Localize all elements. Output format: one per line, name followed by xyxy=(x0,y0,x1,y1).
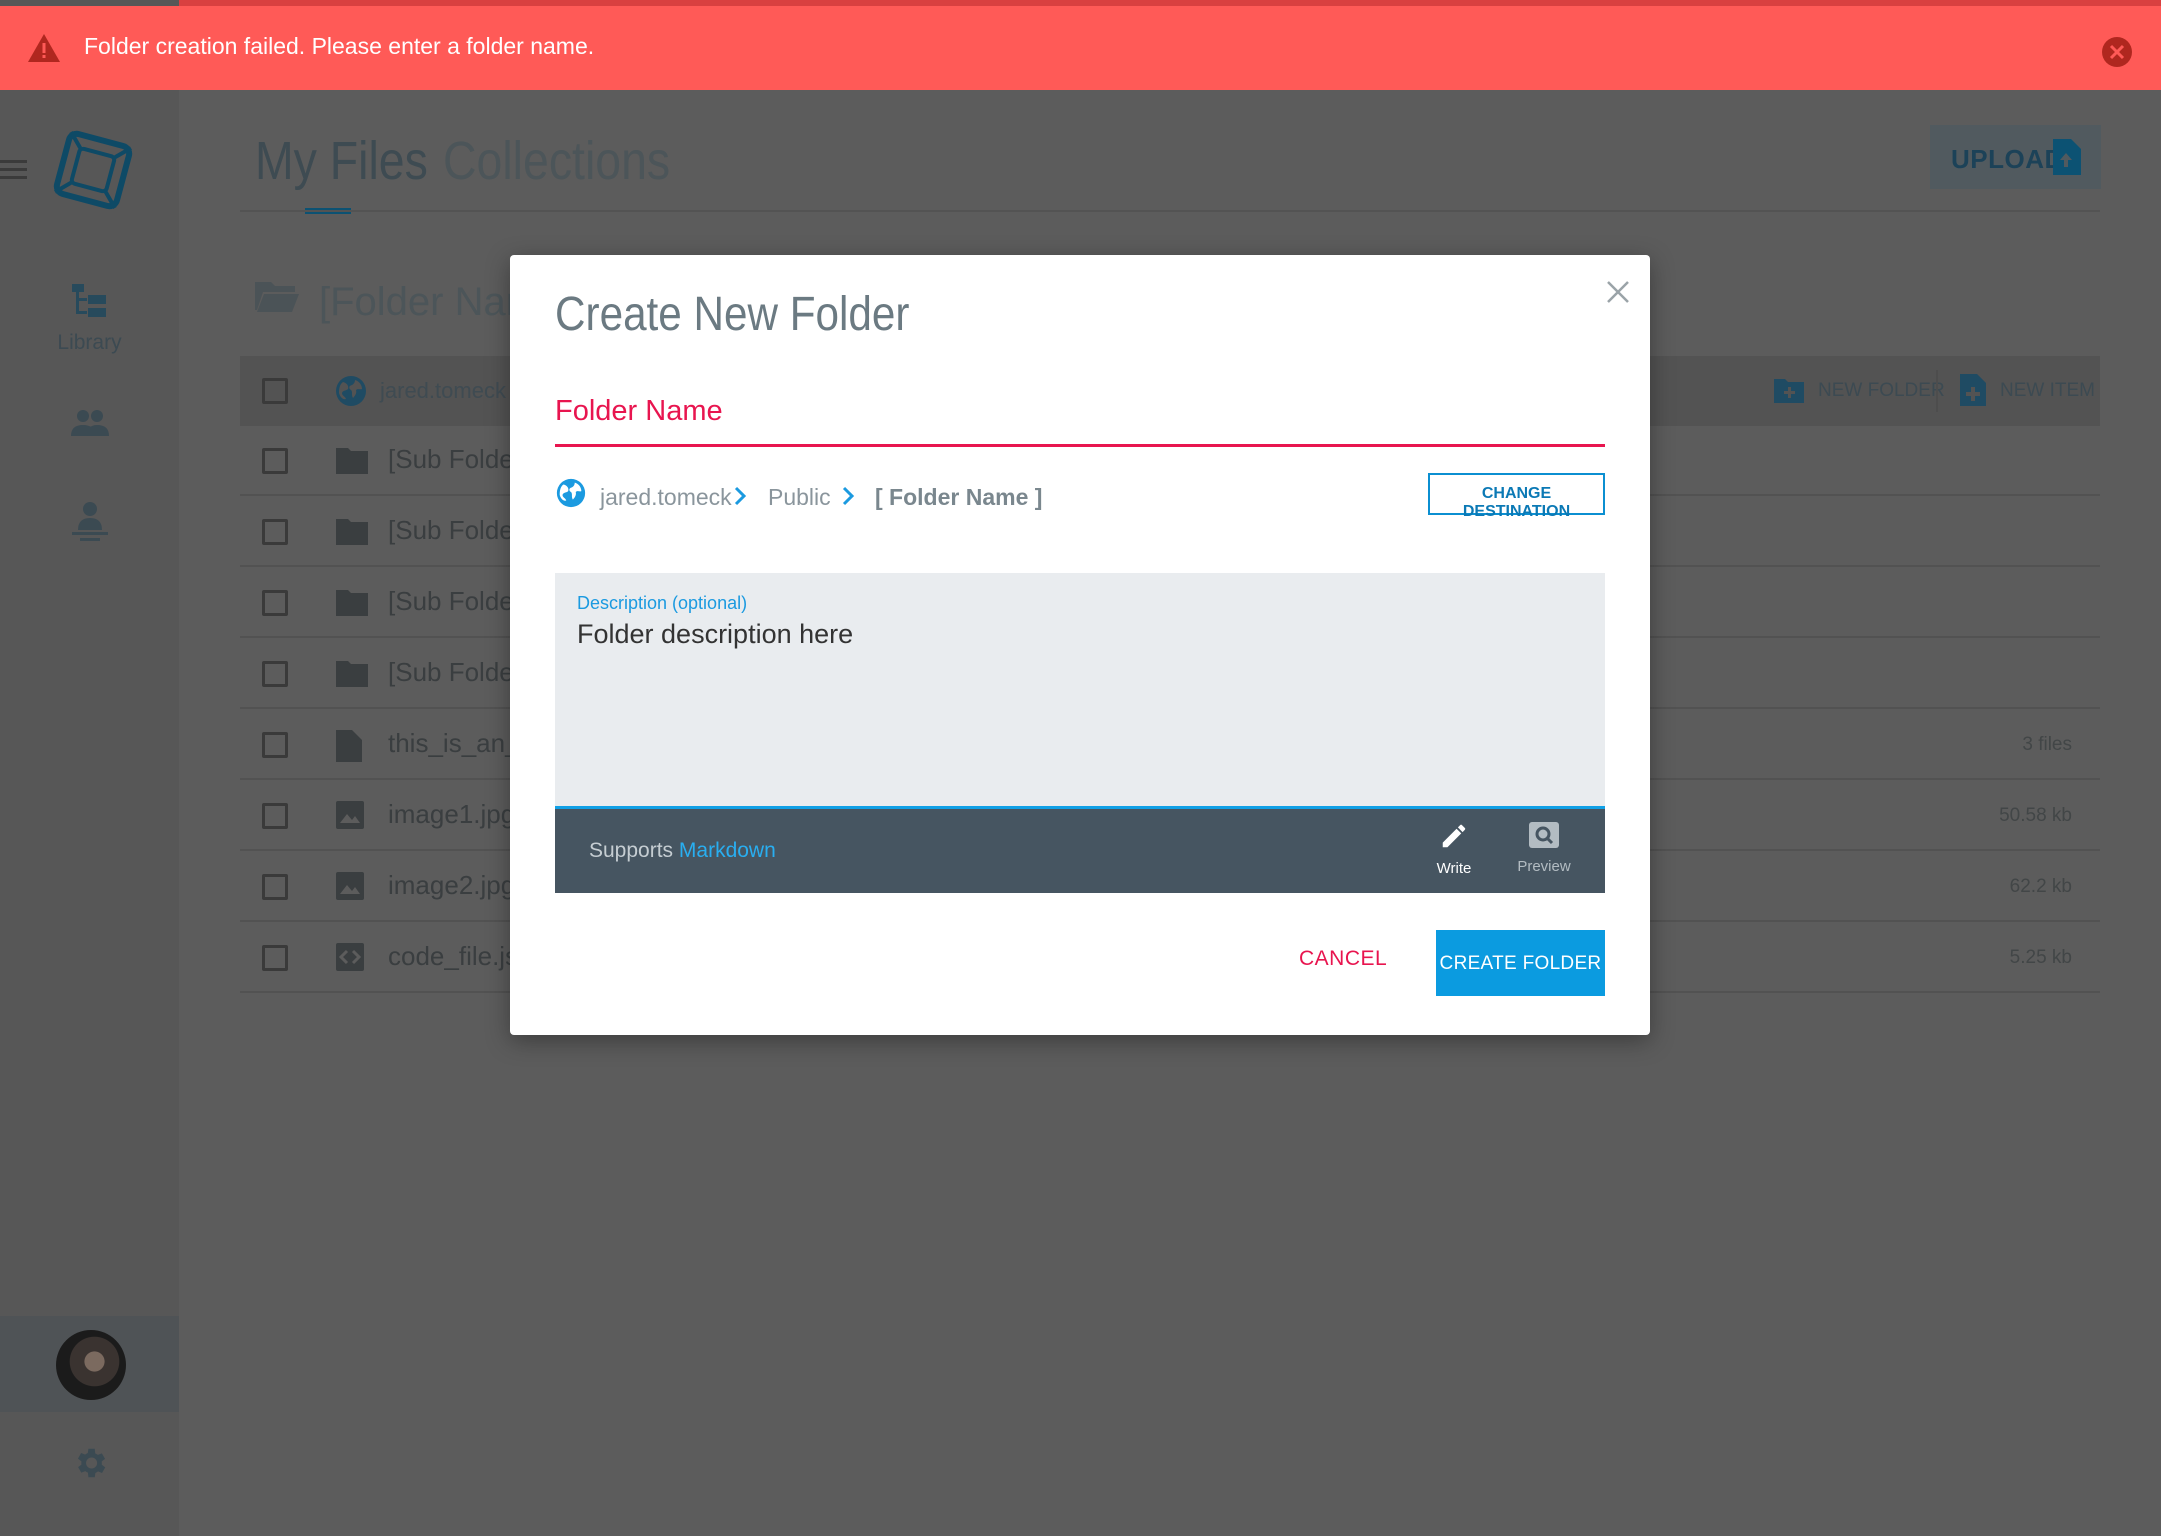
folder-icon xyxy=(336,590,368,616)
row-meta: 3 files xyxy=(2022,734,2072,755)
row-checkbox[interactable] xyxy=(262,661,288,687)
upload-file-icon xyxy=(2053,139,2081,175)
sidebar-item-label: Library xyxy=(57,331,122,354)
user-avatar-area[interactable] xyxy=(0,1316,179,1412)
warning-icon xyxy=(28,34,60,62)
write-tab[interactable]: Write xyxy=(1419,821,1489,877)
change-destination-button[interactable]: CHANGE DESTINATION xyxy=(1428,473,1605,520)
globe-icon xyxy=(556,478,586,508)
app-logo[interactable] xyxy=(48,125,138,215)
groups-icon xyxy=(70,410,109,436)
row-meta: 5.25 kb xyxy=(2009,947,2072,968)
close-icon[interactable] xyxy=(2101,36,2133,68)
row-checkbox[interactable] xyxy=(262,519,288,545)
new-item-button[interactable]: NEW ITEM xyxy=(2000,380,2095,402)
sidebar-item-groups[interactable] xyxy=(0,408,179,443)
markdown-toolbar: Supports Markdown Write Preview xyxy=(555,809,1605,893)
sidebar-item-library[interactable]: Library xyxy=(0,282,179,355)
row-checkbox[interactable] xyxy=(262,874,288,900)
breadcrumb-public[interactable]: Public xyxy=(768,484,831,511)
gear-icon[interactable] xyxy=(71,1444,109,1482)
library-tree-icon xyxy=(71,284,106,317)
new-folder-button[interactable]: NEW FOLDER xyxy=(1818,380,1945,402)
description-label: Description (optional) xyxy=(577,593,748,613)
folder-name-input[interactable] xyxy=(555,379,1605,444)
preview-label: Preview xyxy=(1517,858,1571,875)
file-icon xyxy=(336,730,362,762)
supports-markdown-text: Supports Markdown xyxy=(589,839,776,863)
row-name[interactable]: code_file.js xyxy=(388,941,518,972)
folder-header: [Folder Name xyxy=(255,280,561,324)
row-checkbox[interactable] xyxy=(262,945,288,971)
row-checkbox[interactable] xyxy=(262,590,288,616)
row-meta: 50.58 kb xyxy=(1999,805,2072,826)
folder-icon xyxy=(336,448,368,474)
image-icon xyxy=(336,872,364,900)
upload-button[interactable]: UPLOAD xyxy=(1930,125,2101,189)
preview-tab[interactable]: Preview xyxy=(1509,821,1579,875)
create-folder-dialog: Create New Folder jared.tomeck Public [ … xyxy=(510,255,1650,1035)
row-meta: 62.2 kb xyxy=(2009,876,2072,897)
code-file-icon xyxy=(336,943,364,971)
folder-icon xyxy=(336,519,368,545)
write-label: Write xyxy=(1436,860,1472,877)
description-input[interactable] xyxy=(577,619,1577,789)
breadcrumb-owner[interactable]: jared.tomeck xyxy=(600,484,732,511)
tab-my-files[interactable]: My Files xyxy=(255,130,428,192)
row-checkbox[interactable] xyxy=(262,803,288,829)
cancel-button[interactable]: CANCEL xyxy=(1299,947,1387,971)
tab-collections[interactable]: Collections xyxy=(443,130,670,192)
supports-label: Supports xyxy=(589,839,674,862)
menu-icon[interactable] xyxy=(0,160,27,180)
close-icon[interactable] xyxy=(1603,277,1633,307)
person-icon xyxy=(71,502,108,541)
create-folder-button[interactable]: CREATE FOLDER xyxy=(1436,930,1605,996)
pencil-icon xyxy=(1442,824,1466,848)
breadcrumb-current: [ Folder Name ] xyxy=(875,484,1043,510)
description-field: Description (optional) xyxy=(555,573,1605,809)
globe-icon xyxy=(336,376,366,406)
dialog-title: Create New Folder xyxy=(555,288,910,341)
row-name[interactable]: image2.jpg xyxy=(388,870,515,901)
error-banner: Folder creation failed. Please enter a f… xyxy=(0,6,2161,90)
error-message: Folder creation failed. Please enter a f… xyxy=(84,33,595,59)
preview-search-icon xyxy=(1529,822,1559,848)
row-checkbox[interactable] xyxy=(262,732,288,758)
image-icon xyxy=(336,801,364,829)
folder-icon xyxy=(336,661,368,687)
row-name[interactable]: image1.jpg xyxy=(388,799,515,830)
toolbar-divider xyxy=(1936,370,1938,412)
sidebar-item-people[interactable] xyxy=(0,500,179,549)
chevron-right-icon xyxy=(734,486,747,506)
folder-name-field xyxy=(555,379,1605,447)
markdown-link[interactable]: Markdown xyxy=(679,839,776,862)
new-item-icon xyxy=(1960,374,1986,406)
row-checkbox[interactable] xyxy=(262,448,288,474)
owner-name[interactable]: jared.tomeck xyxy=(380,378,506,404)
avatar[interactable] xyxy=(56,1330,126,1400)
upload-label: UPLOAD xyxy=(1951,144,2064,174)
tabs-divider xyxy=(240,210,2100,212)
chevron-right-icon xyxy=(842,486,855,506)
select-all-checkbox[interactable] xyxy=(262,378,288,404)
folder-open-icon xyxy=(255,282,299,312)
sidebar: Library xyxy=(0,0,179,1536)
new-folder-icon xyxy=(1774,379,1804,403)
